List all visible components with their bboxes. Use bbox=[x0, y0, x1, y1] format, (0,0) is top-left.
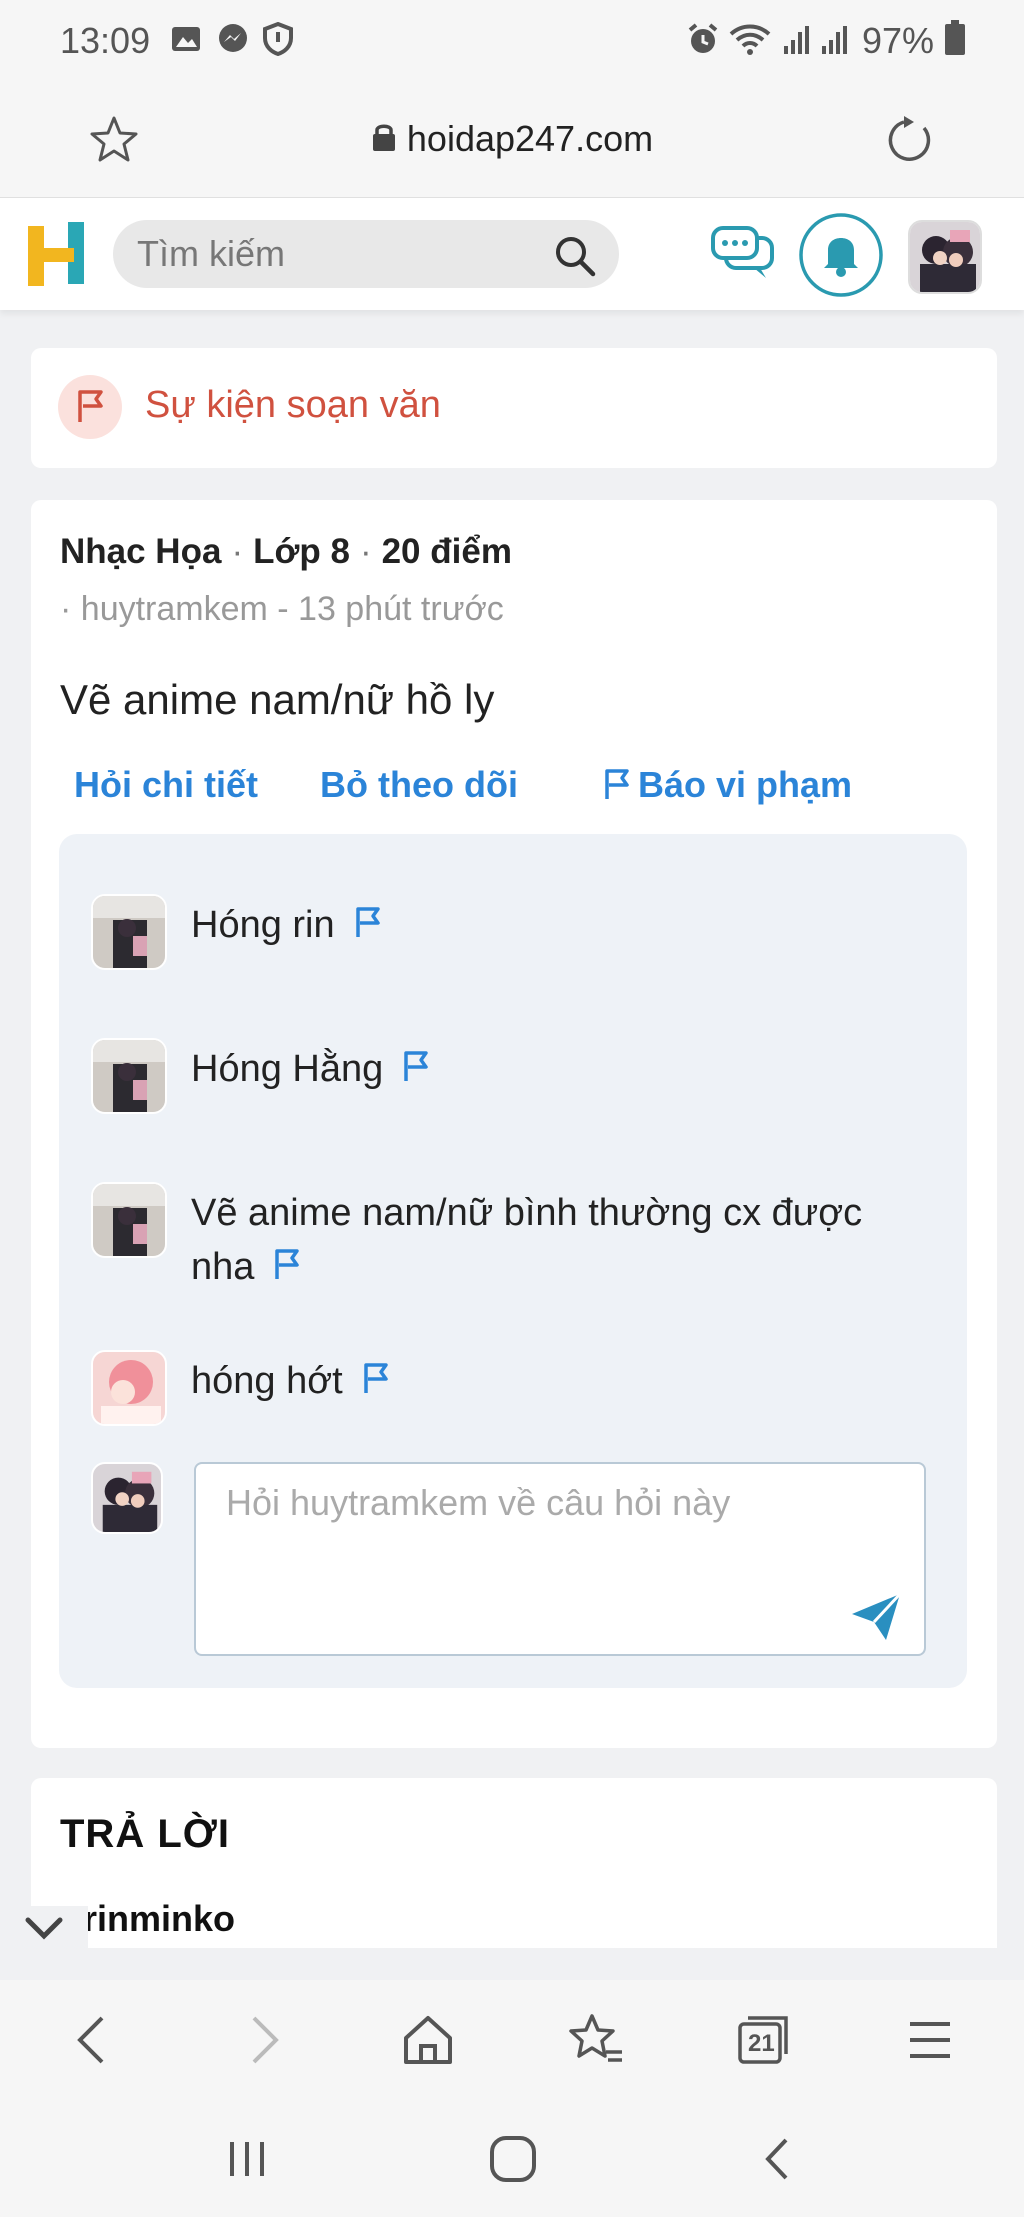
comment-text: Hóng rin bbox=[191, 904, 335, 946]
event-label: Sự kiện soạn văn bbox=[145, 384, 441, 426]
comment-item: Vẽ anime nam/nữ bình thường cx được nha bbox=[91, 1182, 931, 1302]
alarm-icon bbox=[686, 22, 720, 65]
question-meta: Nhạc Họa · Lớp 8 · 20 điểm bbox=[60, 532, 512, 571]
wifi-icon bbox=[728, 22, 772, 65]
bell-icon[interactable] bbox=[798, 212, 884, 303]
status-time: 13:09 bbox=[60, 20, 151, 61]
search-input[interactable] bbox=[137, 220, 557, 288]
answers-title: TRẢ LỜI bbox=[60, 1812, 230, 1856]
flag-icon[interactable] bbox=[272, 1242, 302, 1296]
battery-level: 97% bbox=[861, 20, 934, 61]
points-badge: 20 điểm bbox=[381, 532, 512, 571]
recents-icon[interactable] bbox=[222, 2134, 272, 2189]
flag-icon bbox=[57, 374, 123, 445]
chat-icon[interactable] bbox=[710, 224, 776, 287]
image-icon bbox=[170, 22, 202, 64]
event-banner[interactable]: Sự kiện soạn văn bbox=[31, 348, 997, 468]
grade-link[interactable]: Lớp 8 bbox=[253, 532, 350, 571]
lock-icon bbox=[371, 120, 397, 162]
comment-item: Hóng Hằng bbox=[91, 1038, 931, 1128]
flag-icon[interactable] bbox=[353, 900, 383, 954]
site-logo[interactable] bbox=[28, 222, 86, 293]
browser-toolbar: 21 bbox=[0, 1980, 1024, 2100]
flag-icon[interactable] bbox=[361, 1356, 391, 1410]
shield-icon bbox=[262, 21, 294, 65]
site-header bbox=[0, 198, 1024, 310]
status-bar: 13:09 97% bbox=[0, 0, 1024, 84]
reload-icon[interactable] bbox=[884, 114, 936, 171]
unfollow-button[interactable]: Bỏ theo dõi bbox=[320, 764, 518, 806]
flag-icon[interactable] bbox=[401, 1044, 431, 1098]
author-name[interactable]: huytramkem - 13 phút trước bbox=[81, 590, 504, 628]
tab-count: 21 bbox=[748, 2030, 775, 2057]
signal-icon bbox=[780, 22, 854, 65]
system-navigation bbox=[0, 2100, 1024, 2217]
battery-icon bbox=[944, 20, 966, 65]
avatar[interactable] bbox=[91, 894, 167, 970]
avatar[interactable] bbox=[91, 1350, 167, 1426]
answers-section: TRẢ LỜI rinminko bbox=[31, 1778, 997, 1948]
report-label: Báo vi phạm bbox=[638, 764, 853, 805]
avatar[interactable] bbox=[91, 1182, 167, 1258]
search-icon[interactable] bbox=[553, 234, 597, 283]
report-button[interactable]: Báo vi phạm bbox=[602, 764, 852, 806]
author-line: · huytramkem - 13 phút trước bbox=[60, 590, 504, 628]
scroll-down-button[interactable] bbox=[18, 1906, 88, 1956]
ask-detail-button[interactable]: Hỏi chi tiết bbox=[74, 764, 258, 806]
answer-username[interactable]: rinminko bbox=[83, 1898, 235, 1940]
avatar[interactable] bbox=[908, 220, 982, 294]
menu-icon[interactable] bbox=[900, 2010, 960, 2070]
url-field[interactable]: hoidap247.com bbox=[0, 118, 1024, 162]
messenger-icon bbox=[216, 22, 250, 65]
back-icon[interactable] bbox=[752, 2132, 806, 2191]
forward-icon[interactable] bbox=[232, 2010, 292, 2070]
reply-input[interactable] bbox=[196, 1464, 924, 1654]
home-icon[interactable] bbox=[486, 2132, 540, 2191]
comments-panel: Hóng rin Hóng Hằng Vẽ anime nam/nữ bình … bbox=[59, 834, 967, 1688]
reply-box bbox=[194, 1462, 926, 1656]
search-bar[interactable] bbox=[113, 220, 619, 288]
comment-text: hóng hớt bbox=[191, 1360, 343, 1402]
question-card: Nhạc Họa · Lớp 8 · 20 điểm · huytramkem - 13… bbox=[31, 500, 997, 1748]
back-icon[interactable] bbox=[64, 2010, 124, 2070]
bookmarks-icon[interactable] bbox=[566, 2010, 626, 2070]
subject-link[interactable]: Nhạc Họa bbox=[60, 532, 221, 571]
tabs-icon[interactable]: 21 bbox=[734, 2010, 794, 2070]
comment-text: Hóng Hằng bbox=[191, 1048, 384, 1090]
send-icon[interactable] bbox=[850, 1592, 902, 1647]
comment-item: hóng hớt bbox=[91, 1350, 931, 1440]
avatar[interactable] bbox=[91, 1038, 167, 1114]
flag-icon bbox=[605, 769, 629, 799]
avatar bbox=[91, 1462, 163, 1534]
comment-item: Hóng rin bbox=[91, 894, 931, 984]
home-icon[interactable] bbox=[398, 2010, 458, 2070]
url-text: hoidap247.com bbox=[406, 118, 654, 159]
question-text: Vẽ anime nam/nữ hồ ly bbox=[60, 676, 495, 723]
browser-url-bar: hoidap247.com bbox=[0, 84, 1024, 198]
